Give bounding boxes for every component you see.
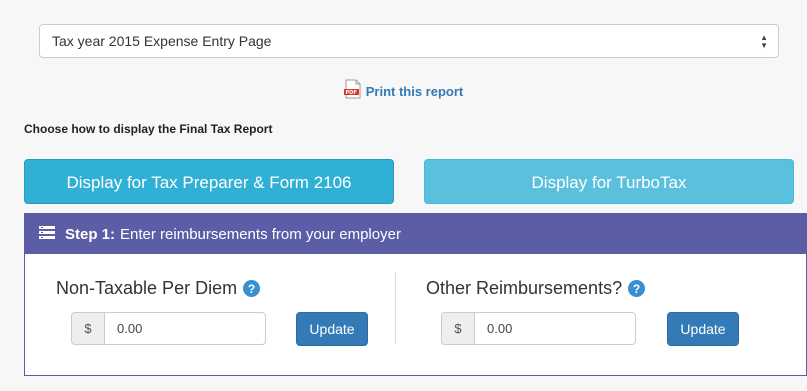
other-reimbursements-help-icon[interactable]: ? (628, 280, 646, 297)
per-diem-column: Non-Taxable Per Diem ? $ Update (25, 254, 395, 375)
other-reimbursements-input[interactable] (474, 312, 636, 345)
other-reimbursements-label-row: Other Reimbursements? ? (426, 278, 646, 299)
svg-text:PDF: PDF (345, 90, 356, 96)
other-reimbursements-input-group: $ (441, 312, 636, 345)
display-tax-preparer-button[interactable]: Display for Tax Preparer & Form 2106 (24, 159, 394, 204)
tax-year-select[interactable]: Tax year 2015 Expense Entry Page ▲ ▼ (39, 24, 779, 58)
tax-year-select-value: Tax year 2015 Expense Entry Page (52, 33, 272, 49)
step-title: Enter reimbursements from your employer (120, 225, 401, 243)
display-prompt: Choose how to display the Final Tax Repo… (24, 122, 273, 136)
per-diem-label-row: Non-Taxable Per Diem ? (56, 278, 261, 299)
per-diem-help-icon[interactable]: ? (243, 280, 261, 297)
select-arrows-icon: ▲ ▼ (760, 33, 768, 50)
per-diem-label: Non-Taxable Per Diem (56, 278, 238, 298)
per-diem-currency: $ (71, 312, 104, 345)
step-number: Step 1: (65, 225, 116, 243)
other-reimbursements-label: Other Reimbursements? (426, 278, 623, 298)
step1-header: Step 1: Enter reimbursements from your e… (25, 214, 806, 254)
other-reimbursements-currency: $ (441, 312, 474, 345)
display-turbotax-button[interactable]: Display for TurboTax (424, 159, 794, 204)
other-reimbursements-column: Other Reimbursements? ? $ Update (395, 272, 807, 346)
step1-panel: Step 1: Enter reimbursements from your e… (24, 213, 807, 376)
per-diem-input-group: $ (71, 312, 266, 345)
pdf-icon[interactable]: PDF (343, 79, 362, 104)
print-report-link[interactable]: Print this report (366, 84, 464, 99)
per-diem-input[interactable] (104, 312, 266, 345)
list-icon (39, 225, 55, 243)
per-diem-update-button[interactable]: Update (296, 312, 368, 346)
other-reimbursements-update-button[interactable]: Update (667, 312, 739, 346)
print-report-row: PDF Print this report (0, 79, 807, 104)
